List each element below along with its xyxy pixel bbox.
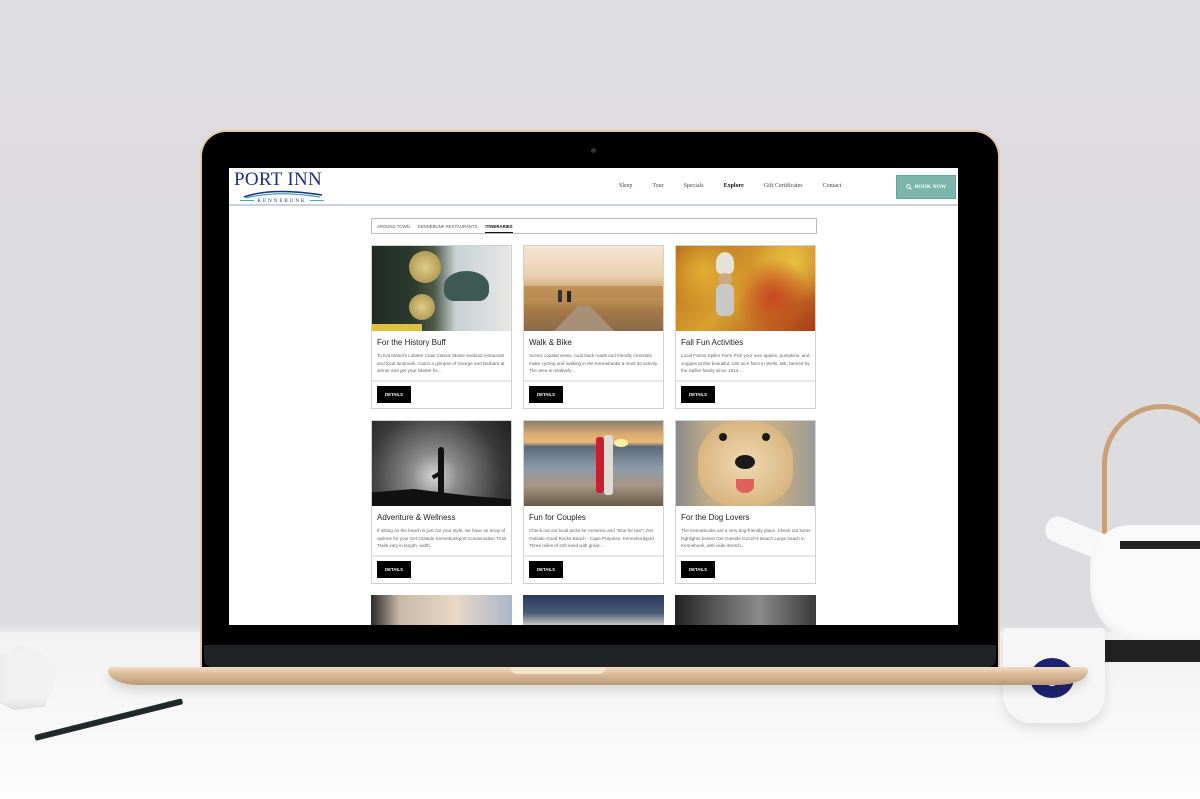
itinerary-grid-next-row — [371, 595, 817, 625]
card-description: Local Farms Spiller Farm Pick your own a… — [681, 353, 810, 374]
card-title: Walk & Bike — [529, 338, 572, 347]
itinerary-card: Adventure & Wellness If sitting on the b… — [371, 420, 512, 584]
logo-title: PORT INN — [234, 169, 323, 190]
card-divider — [524, 555, 663, 557]
teapot-lid-band — [1120, 541, 1200, 549]
webcam — [591, 148, 596, 153]
itinerary-grid: For the History Buff To Eat Mabel's Lobs… — [371, 245, 817, 584]
card-description: To Eat Mabel's Lobster Claw Classic Main… — [377, 353, 505, 374]
logo-wave-icon — [243, 190, 323, 199]
details-button[interactable]: DETAILS — [681, 561, 715, 578]
yoga-silhouette-photo[interactable] — [372, 421, 511, 506]
logo-subtitle: KENNEBUNK — [234, 199, 330, 204]
couple-beach-sunset-photo[interactable] — [524, 421, 663, 506]
itinerary-card: Fall Fun Activities Local Farms Spiller … — [675, 245, 816, 409]
partial-card-image[interactable] — [523, 595, 664, 625]
details-button[interactable]: DETAILS — [529, 386, 563, 403]
nav-contact[interactable]: Contact — [823, 183, 842, 189]
nav-tour[interactable]: Tour — [652, 183, 663, 189]
tab-itineraries[interactable]: ITINERARIES — [485, 224, 513, 233]
card-divider — [372, 555, 511, 557]
details-button[interactable]: DETAILS — [377, 386, 411, 403]
card-title: Adventure & Wellness — [377, 513, 456, 522]
vintage-car-photo[interactable] — [372, 246, 511, 331]
details-button[interactable]: DETAILS — [681, 386, 715, 403]
site-header: PORT INN KENNEBUNK Sleep Tour Specials E… — [229, 168, 958, 206]
tab-around-town[interactable]: AROUND TOWN — [377, 224, 410, 229]
cyclists-path-photo[interactable] — [524, 246, 663, 331]
nav-gift-certificates[interactable]: Gift Certificates — [764, 183, 803, 189]
card-description: Scenic coastal views, rural back roads a… — [529, 353, 659, 374]
card-divider — [676, 380, 815, 382]
explore-subtabs: AROUND TOWN KENNEBUNK RESTAURANTS ITINER… — [371, 218, 817, 234]
partial-card-image[interactable] — [675, 595, 816, 625]
card-title: Fun for Couples — [529, 513, 586, 522]
laptop-screen: PORT INN KENNEBUNK Sleep Tour Specials E… — [229, 168, 958, 625]
main-nav: Sleep Tour Specials Explore Gift Certifi… — [619, 183, 861, 189]
itinerary-card: Fun for Couples Check out our local pick… — [523, 420, 664, 584]
details-button[interactable]: DETAILS — [529, 561, 563, 578]
teapot-base-band — [1105, 640, 1200, 662]
nav-specials[interactable]: Specials — [684, 183, 704, 189]
card-title: For the History Buff — [377, 338, 446, 347]
autumn-leaves-photo[interactable] — [676, 246, 815, 331]
card-title: For the Dog Lovers — [681, 513, 750, 522]
golden-retriever-photo[interactable] — [676, 421, 815, 506]
card-divider — [372, 380, 511, 382]
nav-sleep[interactable]: Sleep — [619, 183, 632, 189]
itinerary-card: For the History Buff To Eat Mabel's Lobs… — [371, 245, 512, 409]
itinerary-card: Walk & Bike Scenic coastal views, rural … — [523, 245, 664, 409]
logo[interactable]: PORT INN KENNEBUNK — [234, 170, 330, 206]
partial-card-image[interactable] — [371, 595, 512, 625]
card-description: If sitting on the beach is just not your… — [377, 528, 507, 549]
laptop-hinge-notch — [510, 667, 606, 674]
nav-explore[interactable]: Explore — [724, 183, 744, 189]
card-description: The Kennebunks are a very dog-friendly p… — [681, 528, 811, 549]
search-icon — [905, 184, 912, 190]
card-divider — [676, 555, 815, 557]
laptop-bezel-chin — [204, 645, 996, 667]
card-title: Fall Fun Activities — [681, 338, 744, 347]
card-divider — [524, 380, 663, 382]
itinerary-card: For the Dog Lovers The Kennebunks are a … — [675, 420, 816, 584]
book-now-label: BOOK NOW — [914, 184, 947, 190]
details-button[interactable]: DETAILS — [377, 561, 411, 578]
card-description: Check out our local picks for romance an… — [529, 528, 654, 549]
book-now-button[interactable]: BOOK NOW — [896, 175, 956, 199]
tab-kennebunk-restaurants[interactable]: KENNEBUNK RESTAURANTS — [418, 224, 478, 229]
